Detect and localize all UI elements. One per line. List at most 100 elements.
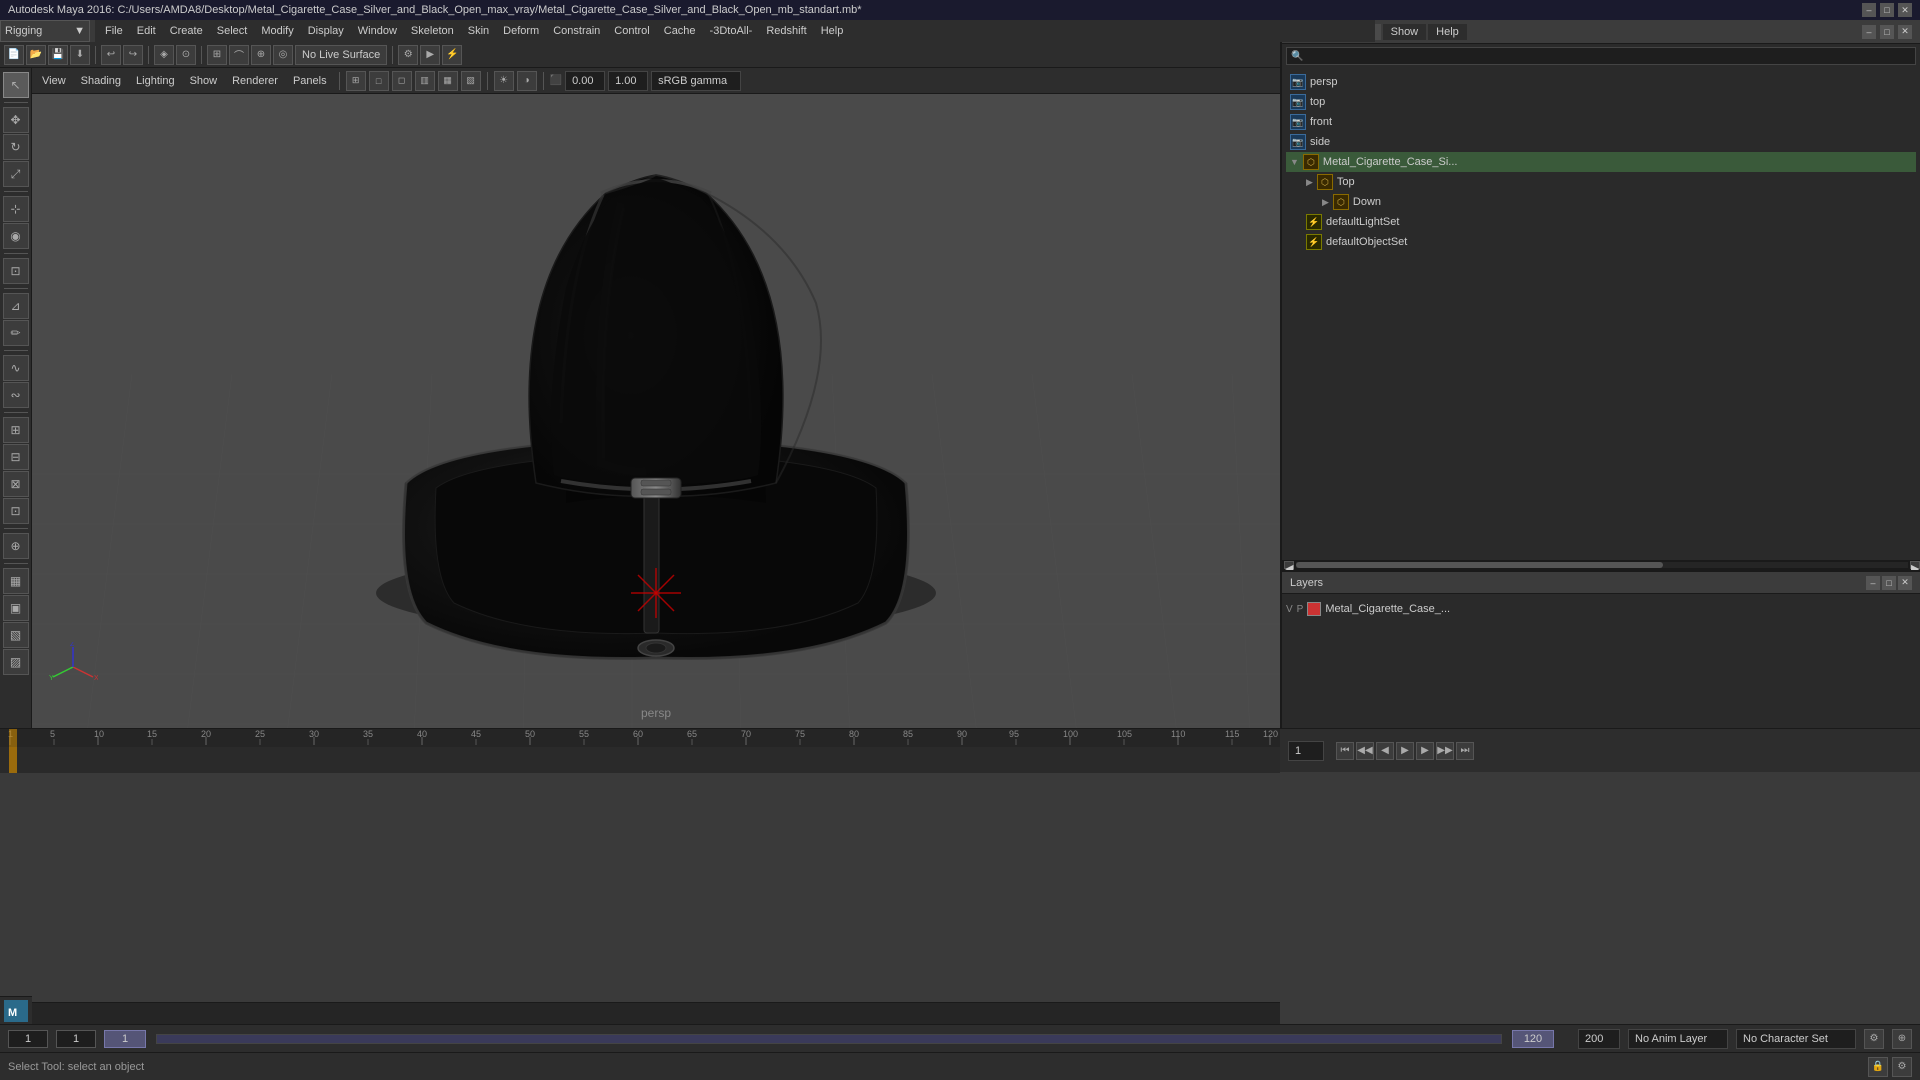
no-character-set-field[interactable]: No Character Set (1736, 1029, 1856, 1049)
misc-tool-2[interactable]: ▣ (3, 595, 29, 621)
lasso-button[interactable]: ⊙ (176, 45, 196, 65)
main-viewport[interactable]: persp X Y Z (32, 94, 1280, 728)
vp-shade-3[interactable]: ▧ (461, 71, 481, 91)
prev-key-btn[interactable]: ◀◀ (1356, 742, 1374, 760)
render-button[interactable]: ▶ (420, 45, 440, 65)
maximize-button[interactable]: □ (1880, 3, 1894, 17)
frame-display[interactable]: 1 (1288, 741, 1324, 761)
mel-input[interactable] (36, 1008, 1276, 1020)
layer-float-btn[interactable]: □ (1882, 576, 1896, 590)
vp-menu-panels[interactable]: Panels (287, 73, 333, 89)
timeline-ruler[interactable]: 1 5 10 15 20 25 30 35 40 45 50 (0, 729, 1280, 747)
menu-create[interactable]: Create (164, 23, 209, 39)
misc-tool-4[interactable]: ▨ (3, 649, 29, 675)
menu-edit[interactable]: Edit (131, 23, 162, 39)
outliner-item-lightset[interactable]: ⚡ defaultLightSet (1286, 212, 1916, 232)
snap-grid-button[interactable]: ⊞ (207, 45, 227, 65)
minimize-button[interactable]: – (1862, 3, 1876, 17)
menu-control[interactable]: Control (608, 23, 655, 39)
vp-menu-show[interactable]: Show (184, 73, 224, 89)
timeline-content[interactable] (0, 747, 1280, 773)
vp-menu-lighting[interactable]: Lighting (130, 73, 181, 89)
component-mode-1[interactable]: ⊞ (3, 417, 29, 443)
vp-menu-shading[interactable]: Shading (75, 73, 127, 89)
soft-mod-tool[interactable]: ◉ (3, 223, 29, 249)
select-tool[interactable]: ↖ (3, 72, 29, 98)
outliner-item-persp[interactable]: 📷 persp (1286, 72, 1916, 92)
outliner-close-btn[interactable]: ✕ (1898, 25, 1912, 39)
play-btn[interactable]: ▶ (1396, 742, 1414, 760)
close-button[interactable]: ✕ (1898, 3, 1912, 17)
menu-skin[interactable]: Skin (462, 23, 495, 39)
new-scene-button[interactable]: 📄 (4, 45, 24, 65)
import-button[interactable]: ⬇ (70, 45, 90, 65)
next-key-btn[interactable]: ▶▶ (1436, 742, 1454, 760)
redo-button[interactable]: ↪ (123, 45, 143, 65)
range-start-input[interactable]: 1 (104, 1030, 146, 1048)
paint-select-tool[interactable]: ✏ (3, 320, 29, 346)
vp-menu-renderer[interactable]: Renderer (226, 73, 284, 89)
menu-skeleton[interactable]: Skeleton (405, 23, 460, 39)
go-to-end-btn[interactable]: ⏭ (1456, 742, 1474, 760)
universal-manip-tool[interactable]: ⊹ (3, 196, 29, 222)
component-mode-2[interactable]: ⊟ (3, 444, 29, 470)
menu-help[interactable]: Help (815, 23, 850, 39)
curve-tool[interactable]: ∿ (3, 355, 29, 381)
prev-frame-btn[interactable]: ◀ (1376, 742, 1394, 760)
max-frame-input[interactable]: 200 (1578, 1029, 1620, 1049)
frame-start-input[interactable]: 1 (8, 1030, 48, 1048)
ipr-render-button[interactable]: ⚡ (442, 45, 462, 65)
save-button[interactable]: 💾 (48, 45, 68, 65)
show-manip-tool[interactable]: ⊡ (3, 258, 29, 284)
outliner-item-metal-case[interactable]: ▼ ⬡ Metal_Cigarette_Case_Si... (1286, 152, 1916, 172)
frame-current-input[interactable]: 1 (56, 1030, 96, 1048)
no-anim-layer-field[interactable]: No Anim Layer (1628, 1029, 1728, 1049)
char-set-btn-2[interactable]: ⊕ (1892, 1029, 1912, 1049)
misc-tool-3[interactable]: ▧ (3, 622, 29, 648)
component-mode-4[interactable]: ⊡ (3, 498, 29, 524)
vp-shade-2[interactable]: ▦ (438, 71, 458, 91)
scrollbar-thumb[interactable] (1296, 562, 1663, 568)
vp-display-2[interactable]: □ (369, 71, 389, 91)
maya-icon[interactable]: M (0, 996, 32, 1024)
rotate-tool[interactable]: ↻ (3, 134, 29, 160)
go-to-start-btn[interactable]: ⏮ (1336, 742, 1354, 760)
vp-display-3[interactable]: ◻ (392, 71, 412, 91)
scroll-left-btn[interactable]: ◀ (1284, 561, 1294, 569)
snap-curve-button[interactable]: ⌒ (229, 45, 249, 65)
snap-point-button[interactable]: ⊕ (251, 45, 271, 65)
menu-select[interactable]: Select (211, 23, 254, 39)
timeline-range-bar[interactable] (156, 1034, 1502, 1044)
status-icon-1[interactable]: 🔒 (1868, 1057, 1888, 1077)
next-frame-btn[interactable]: ▶ (1416, 742, 1434, 760)
title-bar-buttons[interactable]: – □ ✕ (1862, 3, 1912, 17)
misc-tool-1[interactable]: ▦ (3, 568, 29, 594)
undo-button[interactable]: ↩ (101, 45, 121, 65)
layer-minimize-btn[interactable]: – (1866, 576, 1880, 590)
render-settings-button[interactable]: ⚙ (398, 45, 418, 65)
no-live-surface-button[interactable]: No Live Surface (295, 45, 387, 65)
vp-lights-btn[interactable]: ☀ (494, 71, 514, 91)
snap-align-tool[interactable]: ⊕ (3, 533, 29, 559)
char-set-btn-1[interactable]: ⚙ (1864, 1029, 1884, 1049)
open-button[interactable]: 📂 (26, 45, 46, 65)
lasso-select-tool[interactable]: ⊿ (3, 293, 29, 319)
select-mode-button[interactable]: ◈ (154, 45, 174, 65)
menu-file[interactable]: File (99, 23, 129, 39)
vp-shadows-btn[interactable]: ◑ (517, 71, 537, 91)
outliner-item-top[interactable]: 📷 top (1286, 92, 1916, 112)
ep-curve-tool[interactable]: ∾ (3, 382, 29, 408)
outliner-item-down-node[interactable]: ▶ ⬡ Down (1286, 192, 1916, 212)
outliner-tab-show[interactable]: Show (1383, 24, 1427, 40)
outliner-search[interactable]: 🔍 (1286, 47, 1916, 65)
mode-selector[interactable]: Rigging ▼ (0, 20, 90, 42)
menu-cache[interactable]: Cache (658, 23, 702, 39)
color-space-dropdown[interactable]: sRGB gamma (651, 71, 741, 91)
snap-surface-button[interactable]: ◎ (273, 45, 293, 65)
outliner-item-top-node[interactable]: ▶ ⬡ Top (1286, 172, 1916, 192)
vp-menu-view[interactable]: View (36, 73, 72, 89)
move-tool[interactable]: ✥ (3, 107, 29, 133)
outliner-tab-help[interactable]: Help (1428, 24, 1467, 40)
menu-redshift[interactable]: Redshift (760, 23, 812, 39)
gamma-value[interactable]: 1.00 (608, 71, 648, 91)
